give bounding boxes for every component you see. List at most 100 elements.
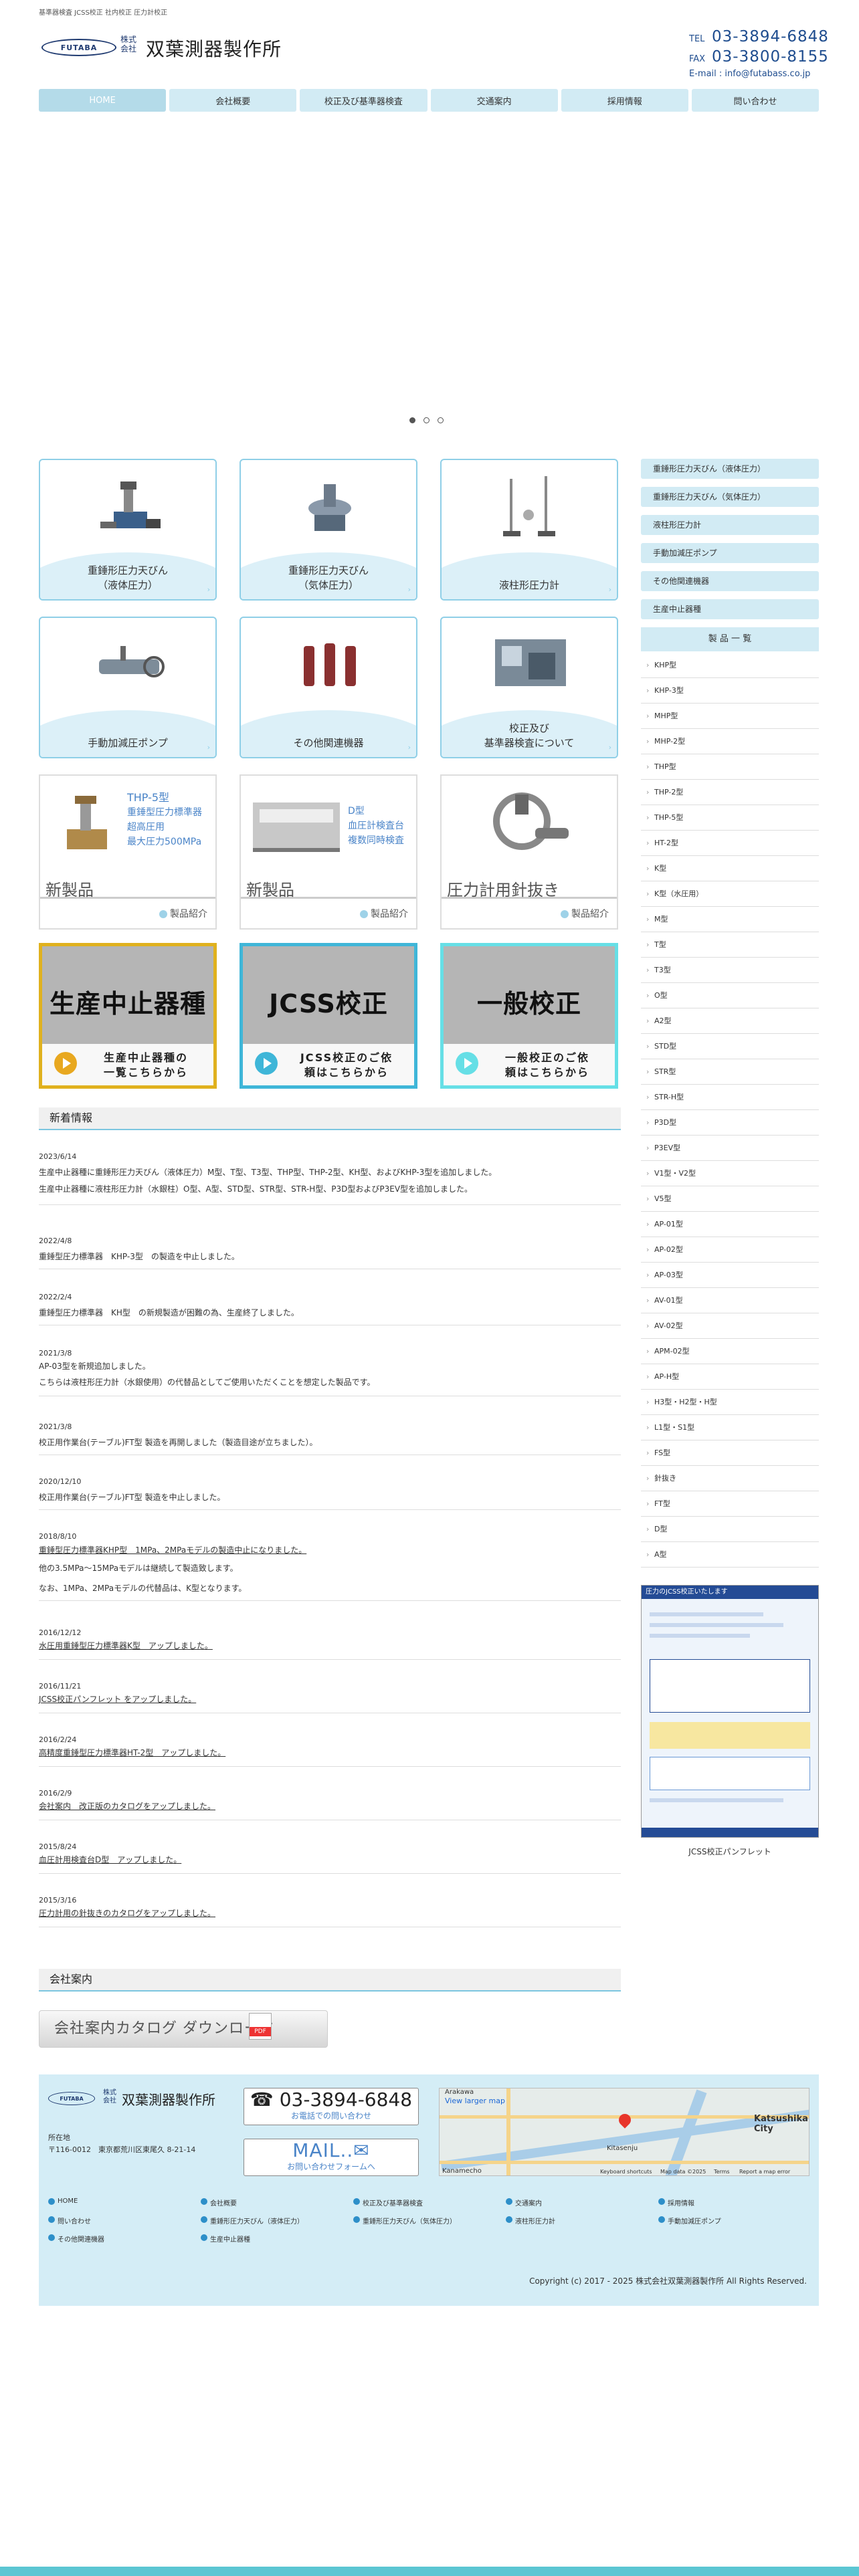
slide-dot[interactable] — [409, 417, 415, 423]
product-list-item[interactable]: P3EV型 — [641, 1136, 819, 1161]
sidebar-cat-pump[interactable]: 手動加減圧ポンプ — [641, 543, 819, 563]
logo-text: FUTABA — [60, 43, 98, 52]
footer-link[interactable]: 液柱形圧力計 — [506, 2216, 658, 2226]
product-list-item[interactable]: AV-02型 — [641, 1313, 819, 1339]
product-list-item[interactable]: V5型 — [641, 1186, 819, 1212]
footer-link[interactable]: 生産中止器種 — [201, 2234, 353, 2244]
news-link[interactable]: 重錘型圧力標準器KHP型 1MPa、2MPaモデルの製造中止になりました。 — [39, 1542, 621, 1558]
nav-company[interactable]: 会社概要 — [169, 89, 297, 112]
product-list-item[interactable]: A型 — [641, 1542, 819, 1568]
product-list-item[interactable]: M型 — [641, 907, 819, 932]
product-card-accessories[interactable]: その他関連機器 › — [240, 617, 417, 758]
news-link[interactable]: JCSS校正パンフレット をアップしました。 — [39, 1692, 621, 1707]
product-card-liquid-balance[interactable]: 重錘形圧力天びん （液体圧力） › — [39, 459, 217, 601]
product-list-item[interactable]: D型 — [641, 1517, 819, 1542]
new-product-needle-puller[interactable]: 圧力計用針抜き 製品紹介 — [440, 774, 618, 930]
product-card-pump[interactable]: 手動加減圧ポンプ › — [39, 617, 217, 758]
company-logo[interactable]: FUTABA — [41, 39, 116, 56]
product-list-item[interactable]: THP型 — [641, 754, 819, 780]
product-list-item[interactable]: K型（水圧用） — [641, 881, 819, 907]
product-list-item[interactable]: AP-03型 — [641, 1263, 819, 1288]
product-list-item[interactable]: V1型・V2型 — [641, 1161, 819, 1186]
hero-slideshow[interactable] — [0, 119, 859, 413]
tel-number[interactable]: 03-3894-6848 — [712, 28, 829, 45]
product-list-item[interactable]: AP-01型 — [641, 1212, 819, 1237]
view-larger-map-link[interactable]: View larger map — [445, 2097, 505, 2105]
product-list-item[interactable]: STR-H型 — [641, 1085, 819, 1110]
product-list-item[interactable]: APM-02型 — [641, 1339, 819, 1364]
news-link[interactable]: 高精度重錘型圧力標準器HT-2型 アップしました。 — [39, 1745, 621, 1760]
product-list-item[interactable]: FS型 — [641, 1440, 819, 1466]
footer-phone-button[interactable]: ☎ 03-3894-6848 お電話での問い合わせ — [244, 2088, 419, 2125]
product-list-item[interactable]: MHP-2型 — [641, 729, 819, 754]
google-map[interactable]: View larger map Arakawa Kitasenju Katsus… — [439, 2088, 809, 2176]
product-list-item[interactable]: 針抜き — [641, 1466, 819, 1491]
footer-link[interactable]: 重錘形圧力天びん（気体圧力） — [353, 2216, 506, 2226]
nav-access[interactable]: 交通案内 — [430, 89, 558, 112]
footer-link[interactable]: 会社概要 — [201, 2197, 353, 2208]
product-card-calibration[interactable]: 校正及び 基準器検査について › — [440, 617, 618, 758]
product-list-item[interactable]: THP-5型 — [641, 805, 819, 831]
banner-jcss[interactable]: JCSS校正 JCSS校正のご依 頼はこちらから — [240, 943, 417, 1089]
product-list-item[interactable]: AP-02型 — [641, 1237, 819, 1263]
nav-calibration[interactable]: 校正及び基準器検査 — [300, 89, 427, 112]
pressure-balance-image — [100, 481, 161, 528]
product-list-item[interactable]: HT-2型 — [641, 831, 819, 856]
product-intro-link[interactable]: 製品紹介 — [561, 907, 609, 920]
product-list-item[interactable]: STD型 — [641, 1034, 819, 1059]
footer-link[interactable]: その他関連機器 — [48, 2234, 201, 2244]
product-list-item[interactable]: O型 — [641, 983, 819, 1008]
nav-contact[interactable]: 問い合わせ — [691, 89, 820, 112]
footer-link[interactable]: 問い合わせ — [48, 2216, 201, 2226]
product-list-item[interactable]: A2型 — [641, 1008, 819, 1034]
product-list-item[interactable]: T3型 — [641, 958, 819, 983]
product-list-item[interactable]: STR型 — [641, 1059, 819, 1085]
catalog-download-button[interactable]: 会社案内カタログ ダウンロード — [39, 2010, 328, 2048]
footer-logo[interactable]: FUTABA — [48, 2092, 95, 2105]
sidebar-cat-liquid-balance[interactable]: 重錘形圧力天びん（液体圧力） — [641, 459, 819, 479]
product-list-item[interactable]: AP-H型 — [641, 1364, 819, 1390]
footer-link[interactable]: HOME — [48, 2197, 201, 2208]
product-list-item[interactable]: THP-2型 — [641, 780, 819, 805]
footer-mail-button[interactable]: MAIL..✉ お問い合わせフォームへ — [244, 2139, 419, 2176]
news-link[interactable]: 水圧用重錘型圧力標準器K型 アップしました。 — [39, 1638, 621, 1653]
sidebar-cat-accessories[interactable]: その他関連機器 — [641, 571, 819, 591]
footer-link[interactable]: 採用情報 — [658, 2197, 811, 2208]
product-list-item[interactable]: KHP型 — [641, 653, 819, 678]
product-card-liquid-column[interactable]: 液柱形圧力計 › — [440, 459, 618, 601]
footer-link[interactable]: 手動加減圧ポンプ — [658, 2216, 811, 2226]
news-link[interactable]: 血圧計用検査台D型 アップしました。 — [39, 1852, 621, 1867]
card-sublabel: 基準器検査について — [484, 737, 575, 749]
product-list-item[interactable]: L1型・S1型 — [641, 1415, 819, 1440]
product-intro-link[interactable]: 製品紹介 — [159, 907, 207, 920]
banner-general-calibration[interactable]: 一般校正 一般校正のご依 頼はこちらから — [440, 943, 618, 1089]
new-product-thp5[interactable]: THP-5型 重錘型圧力標準器 超高圧用 最大圧力500MPa 新製品 製品紹介 — [39, 774, 217, 930]
product-list-item[interactable]: KHP-3型 — [641, 678, 819, 704]
nav-recruit[interactable]: 採用情報 — [561, 89, 688, 112]
footer-company-name: 双葉測器製作所 — [122, 2092, 215, 2108]
sidebar-cat-liquid-column[interactable]: 液柱形圧力計 — [641, 515, 819, 535]
nav-home[interactable]: HOME — [39, 89, 167, 112]
product-list-item[interactable]: FT型 — [641, 1491, 819, 1517]
footer-link[interactable]: 交通案内 — [506, 2197, 658, 2208]
product-list-item[interactable]: P3D型 — [641, 1110, 819, 1136]
banner-discontinued[interactable]: 生産中止器種 生産中止器種の 一覧こちらから — [39, 943, 217, 1089]
product-list-item[interactable]: AV-01型 — [641, 1288, 819, 1313]
slide-dot[interactable] — [438, 417, 444, 423]
jcss-pamphlet[interactable]: 圧力のJCSS校正いたします — [641, 1585, 819, 1838]
news-link[interactable]: 会社案内 改正版のカタログをアップしました。 — [39, 1799, 621, 1814]
slide-dot[interactable] — [423, 417, 430, 423]
sidebar-cat-gas-balance[interactable]: 重錘形圧力天びん（気体圧力） — [641, 487, 819, 507]
sidebar-cat-discontinued[interactable]: 生産中止器種 — [641, 599, 819, 619]
product-list-item[interactable]: T型 — [641, 932, 819, 958]
footer-link[interactable]: 校正及び基準器検査 — [353, 2197, 506, 2208]
product-list-item[interactable]: MHP型 — [641, 704, 819, 729]
footer-link[interactable]: 重錘形圧力天びん（液体圧力） — [201, 2216, 353, 2226]
product-card-gas-balance[interactable]: 重錘形圧力天びん （気体圧力） › — [240, 459, 417, 601]
product-list-item[interactable]: K型 — [641, 856, 819, 881]
news-link[interactable]: 圧力計用の針抜きのカタログをアップしました。 — [39, 1906, 621, 1921]
email-link[interactable]: E-mail : info@futabass.co.jp — [689, 68, 829, 80]
product-list-item[interactable]: H3型・H2型・H型 — [641, 1390, 819, 1415]
new-product-d-type[interactable]: D型 血圧計検査台 複数同時検査 新製品 製品紹介 — [240, 774, 417, 930]
product-intro-link[interactable]: 製品紹介 — [360, 907, 408, 920]
